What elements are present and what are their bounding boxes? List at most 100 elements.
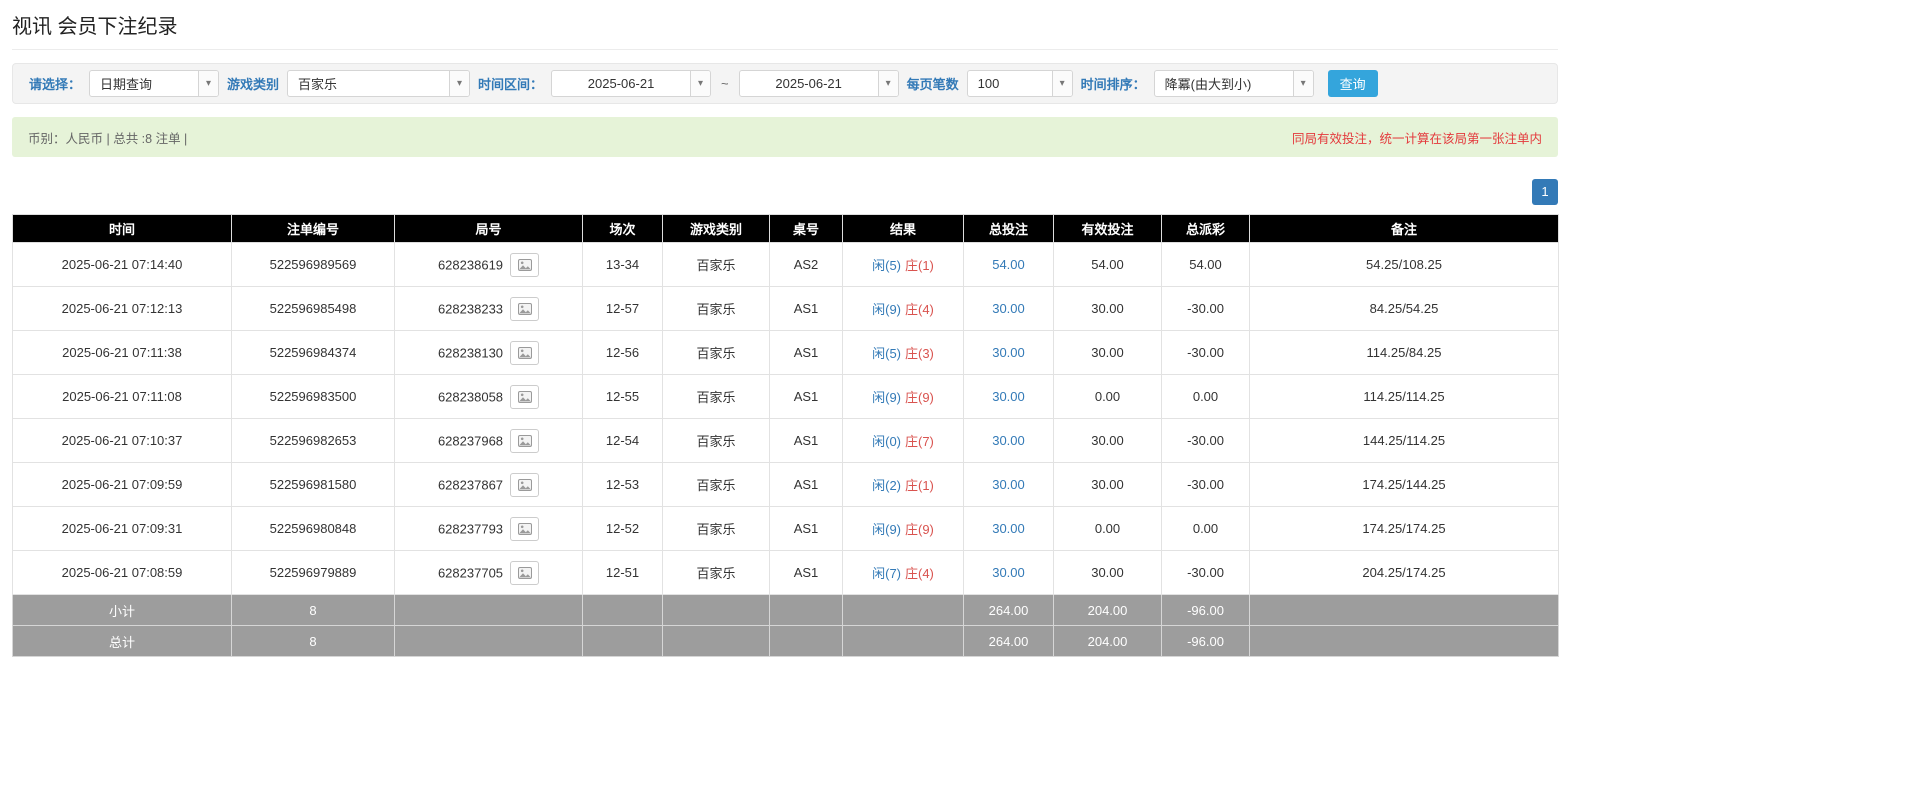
cell-bet-id: 522596985498 <box>232 287 395 331</box>
date-to-dropdown[interactable]: 2025-06-21 ▾ <box>739 70 899 97</box>
chevron-down-icon[interactable]: ▾ <box>1052 71 1072 96</box>
column-header-round: 局号 <box>395 215 583 243</box>
cell-bet-id: 522596981580 <box>232 463 395 507</box>
table-footer: 小计 8 264.00 204.00 -96.00 总计 8 <box>13 595 1559 657</box>
column-header-session: 场次 <box>583 215 663 243</box>
round-snapshot-button[interactable] <box>510 517 539 541</box>
cell-result: 闲(5)庄(3) <box>843 331 964 375</box>
cell-time: 2025-06-21 07:12:13 <box>13 287 232 331</box>
total-bet-link[interactable]: 30.00 <box>992 521 1025 536</box>
cell-table-no: AS1 <box>770 287 843 331</box>
cell-game-type: 百家乐 <box>663 287 770 331</box>
select-type-label: 请选择： <box>29 74 81 93</box>
cell-valid-bet: 30.00 <box>1054 551 1162 595</box>
cell-payout: -30.00 <box>1162 331 1250 375</box>
total-bet-link[interactable]: 30.00 <box>992 433 1025 448</box>
total-bet-link[interactable]: 30.00 <box>992 301 1025 316</box>
round-snapshot-button[interactable] <box>510 297 539 321</box>
cell-time: 2025-06-21 07:09:31 <box>13 507 232 551</box>
cell-bet-id: 522596984374 <box>232 331 395 375</box>
subtotal-empty-cell <box>395 595 583 626</box>
round-number: 628238130 <box>438 345 503 360</box>
cell-valid-bet: 0.00 <box>1054 375 1162 419</box>
cell-session: 12-51 <box>583 551 663 595</box>
table-row: 2025-06-21 07:09:59 522596981580 6282378… <box>13 463 1559 507</box>
round-snapshot-button[interactable] <box>510 385 539 409</box>
game-type-dropdown[interactable]: 百家乐 ▾ <box>287 70 470 97</box>
total-total-bet: 264.00 <box>964 626 1054 657</box>
search-button[interactable]: 查询 <box>1328 70 1378 97</box>
table-row: 2025-06-21 07:09:31 522596980848 6282377… <box>13 507 1559 551</box>
cell-payout: 0.00 <box>1162 507 1250 551</box>
cell-round: 628238058 <box>395 375 583 419</box>
table-row: 2025-06-21 07:08:59 522596979889 6282377… <box>13 551 1559 595</box>
result-banker: 庄(3) <box>905 346 934 361</box>
cell-session: 12-56 <box>583 331 663 375</box>
cell-game-type: 百家乐 <box>663 463 770 507</box>
total-count: 8 <box>232 626 395 657</box>
chevron-down-icon[interactable]: ▾ <box>198 71 218 96</box>
round-number: 628237793 <box>438 521 503 536</box>
cell-result: 闲(5)庄(1) <box>843 243 964 287</box>
subtotal-empty-cell <box>843 595 964 626</box>
game-type-value: 百家乐 <box>288 71 449 96</box>
round-snapshot-button[interactable] <box>510 253 539 277</box>
image-icon <box>518 523 532 535</box>
cell-session: 12-55 <box>583 375 663 419</box>
chevron-down-icon[interactable]: ▾ <box>878 71 898 96</box>
total-bet-link[interactable]: 30.00 <box>992 345 1025 360</box>
round-snapshot-button[interactable] <box>510 473 539 497</box>
image-icon <box>518 391 532 403</box>
cell-valid-bet: 30.00 <box>1054 419 1162 463</box>
round-number: 628238233 <box>438 301 503 316</box>
result-player: 闲(2) <box>872 478 901 493</box>
chevron-down-icon[interactable]: ▾ <box>1293 71 1313 96</box>
result-player: 闲(7) <box>872 566 901 581</box>
cell-total-bet: 30.00 <box>964 419 1054 463</box>
image-icon <box>518 347 532 359</box>
result-banker: 庄(9) <box>905 390 934 405</box>
round-snapshot-button[interactable] <box>510 561 539 585</box>
chevron-down-icon[interactable]: ▾ <box>690 71 710 96</box>
cell-round: 628238619 <box>395 243 583 287</box>
column-header-time: 时间 <box>13 215 232 243</box>
cell-result: 闲(9)庄(4) <box>843 287 964 331</box>
result-player: 闲(9) <box>872 522 901 537</box>
time-sort-value: 降冪(由大到小) <box>1155 71 1293 96</box>
subtotal-count: 8 <box>232 595 395 626</box>
cell-total-bet: 30.00 <box>964 463 1054 507</box>
total-empty-cell <box>770 626 843 657</box>
total-bet-link[interactable]: 54.00 <box>992 257 1025 272</box>
cell-result: 闲(9)庄(9) <box>843 507 964 551</box>
round-number: 628238619 <box>438 257 503 272</box>
total-bet-link[interactable]: 30.00 <box>992 565 1025 580</box>
time-sort-dropdown[interactable]: 降冪(由大到小) ▾ <box>1154 70 1314 97</box>
select-type-value: 日期查询 <box>90 71 198 96</box>
per-page-value: 100 <box>968 71 1052 96</box>
page-1-button[interactable]: 1 <box>1532 179 1558 205</box>
time-sort-label: 时间排序： <box>1081 74 1146 93</box>
column-header-table-no: 桌号 <box>770 215 843 243</box>
total-payout: -96.00 <box>1162 626 1250 657</box>
cell-remark: 84.25/54.25 <box>1250 287 1559 331</box>
cell-payout: -30.00 <box>1162 287 1250 331</box>
table-row: 2025-06-21 07:11:38 522596984374 6282381… <box>13 331 1559 375</box>
round-number: 628237705 <box>438 565 503 580</box>
date-from-dropdown[interactable]: 2025-06-21 ▾ <box>551 70 711 97</box>
cell-table-no: AS1 <box>770 463 843 507</box>
round-snapshot-button[interactable] <box>510 429 539 453</box>
total-bet-link[interactable]: 30.00 <box>992 477 1025 492</box>
date-to-value: 2025-06-21 <box>740 71 878 96</box>
column-header-payout: 总派彩 <box>1162 215 1250 243</box>
round-snapshot-button[interactable] <box>510 341 539 365</box>
date-from-value: 2025-06-21 <box>552 71 690 96</box>
result-player: 闲(5) <box>872 258 901 273</box>
chevron-down-icon[interactable]: ▾ <box>449 71 469 96</box>
cell-total-bet: 54.00 <box>964 243 1054 287</box>
select-type-dropdown[interactable]: 日期查询 ▾ <box>89 70 219 97</box>
total-empty-cell <box>663 626 770 657</box>
table-row: 2025-06-21 07:12:13 522596985498 6282382… <box>13 287 1559 331</box>
per-page-dropdown[interactable]: 100 ▾ <box>967 70 1073 97</box>
subtotal-row: 小计 8 264.00 204.00 -96.00 <box>13 595 1559 626</box>
total-bet-link[interactable]: 30.00 <box>992 389 1025 404</box>
